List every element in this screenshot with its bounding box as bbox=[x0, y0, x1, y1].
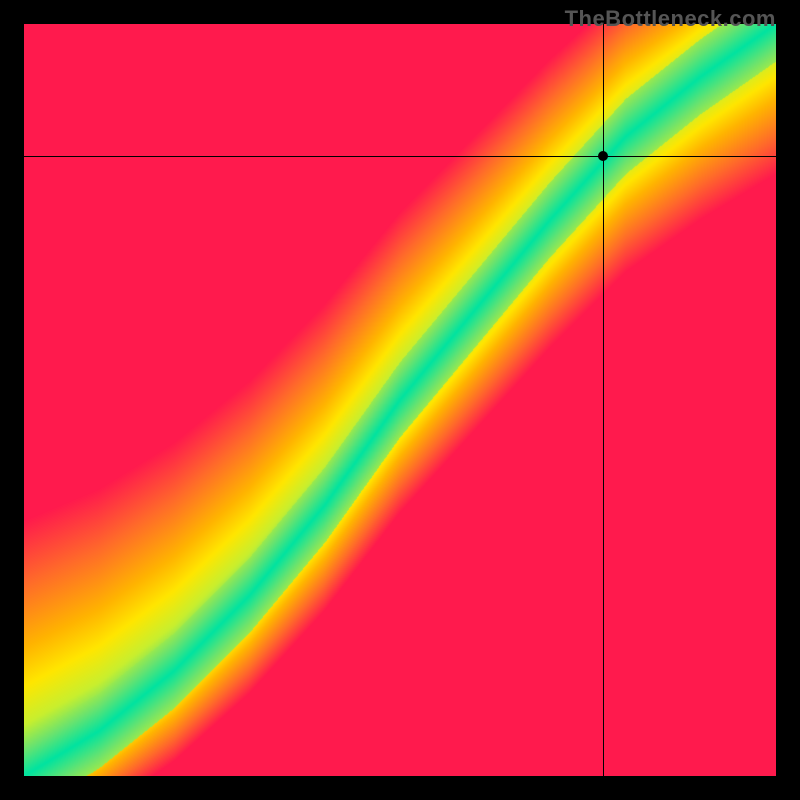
crosshair-dot bbox=[598, 151, 608, 161]
heatmap-plot bbox=[24, 24, 776, 776]
crosshair-vertical bbox=[603, 24, 604, 776]
crosshair-horizontal bbox=[24, 156, 776, 157]
heatmap-canvas bbox=[24, 24, 776, 776]
watermark-text: TheBottleneck.com bbox=[565, 6, 776, 32]
chart-container: TheBottleneck.com bbox=[0, 0, 800, 800]
